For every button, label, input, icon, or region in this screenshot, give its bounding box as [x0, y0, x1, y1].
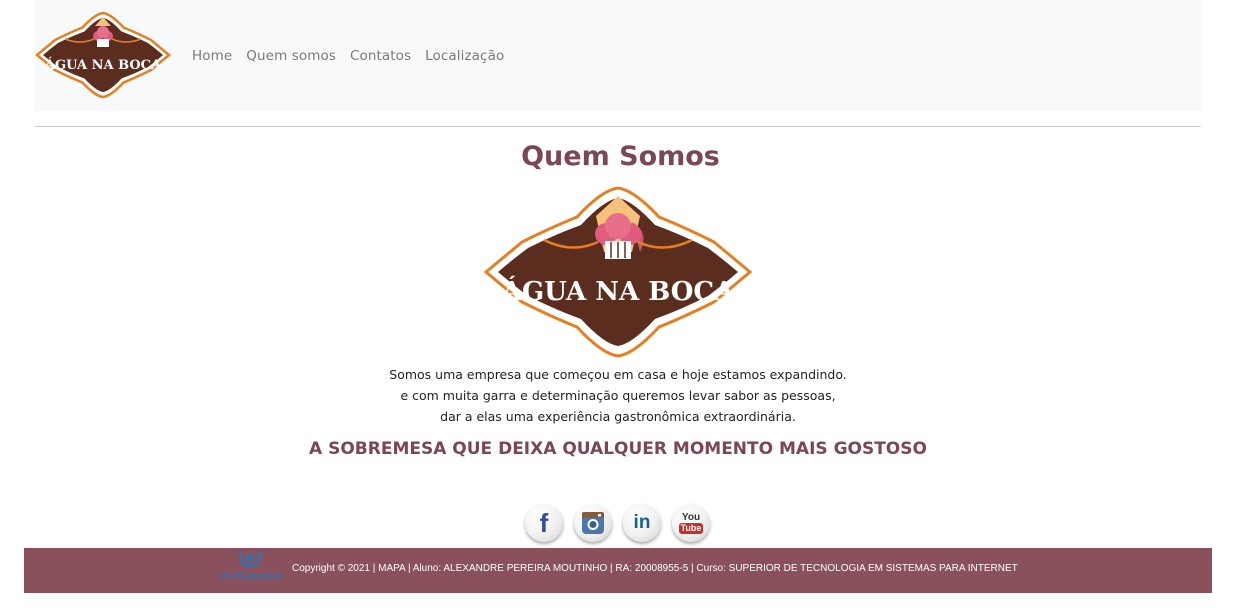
nav-item-contatos[interactable]: Contatos — [350, 48, 411, 64]
page-title: Quem Somos — [521, 141, 720, 172]
nav-menu: Home Quem somos Contatos Localização — [192, 0, 518, 111]
nav-item-quem-somos[interactable]: Quem somos — [246, 48, 336, 64]
instagram-icon[interactable] — [574, 504, 612, 542]
about-description: Somos uma empresa que começou em casa e … — [0, 364, 1236, 427]
footer: UniCesumar Copyright © 2021 | MAPA | Alu… — [24, 548, 1212, 593]
main-logo: ÁGUA NA BOCA — [482, 182, 754, 362]
about-line: e com muita garra e determinação queremo… — [400, 388, 836, 403]
logo-brand-text: ÁGUA NA BOCA — [501, 275, 735, 307]
youtube-top-text: You — [681, 512, 701, 523]
brand-logo[interactable]: ÁGUA NA BOCA — [35, 9, 171, 101]
navbar: ÁGUA NA BOCA Home Quem somos Contatos Lo… — [35, 0, 1201, 111]
unicesumar-logo: UniCesumar — [218, 550, 283, 590]
social-links: f in You Tube — [525, 504, 721, 542]
nav-item-home[interactable]: Home — [192, 48, 232, 64]
copyright-text: Copyright © 2021 | MAPA | Aluno: ALEXAND… — [292, 563, 1018, 574]
linkedin-icon[interactable]: in — [623, 504, 661, 542]
youtube-icon[interactable]: You Tube — [672, 504, 710, 542]
facebook-glyph: f — [539, 507, 549, 538]
facebook-icon[interactable]: f — [525, 504, 563, 542]
divider — [35, 126, 1201, 127]
logo-brand-text: ÁGUA NA BOCA — [44, 57, 162, 73]
slogan: A SOBREMESA QUE DEIXA QUALQUER MOMENTO M… — [309, 439, 927, 459]
youtube-bottom-text: Tube — [678, 523, 704, 534]
about-line: Somos uma empresa que começou em casa e … — [389, 367, 847, 382]
nav-item-localizacao[interactable]: Localização — [425, 48, 504, 64]
linkedin-glyph: in — [633, 512, 651, 533]
about-line: dar a elas uma experiência gastronômica … — [440, 409, 796, 424]
footer-logo-text: UniCesumar — [218, 570, 283, 582]
